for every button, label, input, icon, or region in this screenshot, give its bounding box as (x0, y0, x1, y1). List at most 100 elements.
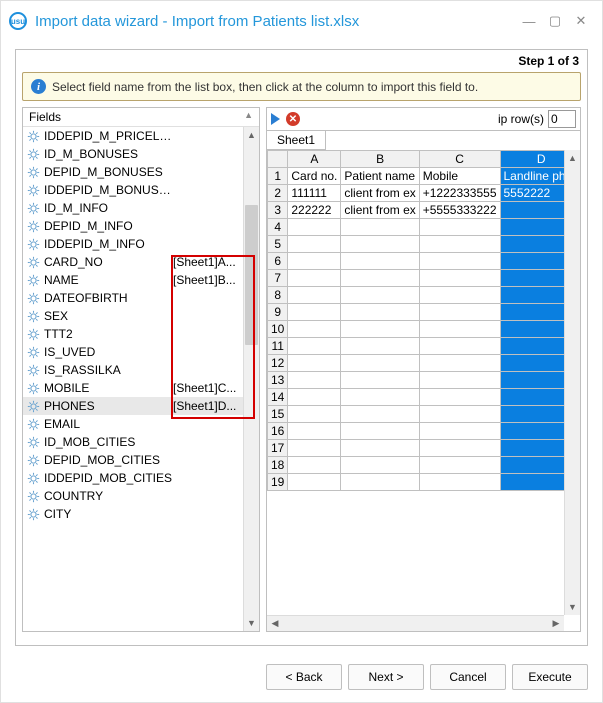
field-row[interactable]: ID_M_INFO (23, 199, 243, 217)
cell[interactable]: Card no. (288, 168, 341, 185)
cell[interactable] (341, 355, 419, 372)
cell[interactable] (419, 474, 500, 491)
cell[interactable] (341, 304, 419, 321)
field-row[interactable]: IS_RASSILKA (23, 361, 243, 379)
fields-header[interactable]: Fields ▲ (23, 108, 259, 127)
cell[interactable] (500, 474, 564, 491)
cell[interactable] (500, 321, 564, 338)
cancel-run-icon[interactable]: ✕ (286, 112, 300, 126)
row-header[interactable]: 12 (268, 355, 288, 372)
cell[interactable] (419, 236, 500, 253)
cell[interactable] (500, 270, 564, 287)
execute-button[interactable]: Execute (512, 664, 588, 690)
cell[interactable] (419, 423, 500, 440)
cell[interactable] (419, 372, 500, 389)
cell[interactable] (341, 321, 419, 338)
cell[interactable] (288, 389, 341, 406)
cell[interactable] (341, 287, 419, 304)
cell[interactable] (341, 236, 419, 253)
grid-hscrollbar[interactable]: ◀ ▶ (267, 615, 564, 631)
cell[interactable] (419, 219, 500, 236)
field-row[interactable]: DEPID_M_INFO (23, 217, 243, 235)
cell[interactable] (288, 287, 341, 304)
row-header[interactable]: 18 (268, 457, 288, 474)
row-header[interactable]: 6 (268, 253, 288, 270)
close-button[interactable]: ✕ (568, 11, 594, 31)
cell[interactable]: 222222 (288, 202, 341, 219)
cell[interactable] (341, 389, 419, 406)
field-row[interactable]: ID_M_BONUSES (23, 145, 243, 163)
cell[interactable] (419, 270, 500, 287)
cell[interactable] (419, 355, 500, 372)
grid-vscrollbar[interactable]: ▲ ▼ (564, 150, 580, 615)
field-row[interactable]: ID_MOB_CITIES (23, 433, 243, 451)
cell[interactable] (341, 372, 419, 389)
field-row[interactable]: MOBILE[Sheet1]C... (23, 379, 243, 397)
row-header[interactable]: 17 (268, 440, 288, 457)
preview-grid[interactable]: ABCD1Card no.Patient nameMobileLandline … (267, 150, 564, 491)
cell[interactable] (419, 321, 500, 338)
row-header[interactable]: 4 (268, 219, 288, 236)
cell[interactable] (419, 287, 500, 304)
row-header[interactable]: 7 (268, 270, 288, 287)
cell[interactable] (500, 457, 564, 474)
column-header[interactable]: B (341, 151, 419, 168)
cell[interactable] (419, 457, 500, 474)
cell[interactable]: Patient name (341, 168, 419, 185)
fields-list[interactable]: IDDEPID_M_PRICELISTID_M_BONUSESDEPID_M_B… (23, 127, 243, 631)
cell[interactable] (500, 304, 564, 321)
field-row[interactable]: SEX (23, 307, 243, 325)
cell[interactable] (288, 457, 341, 474)
maximize-button[interactable]: ▢ (542, 11, 568, 31)
cell[interactable]: client from ex (341, 202, 419, 219)
cell[interactable] (288, 304, 341, 321)
field-row[interactable]: IDDEPID_M_PRICELIST (23, 127, 243, 145)
cell[interactable] (500, 372, 564, 389)
cell[interactable] (500, 355, 564, 372)
cell[interactable] (288, 355, 341, 372)
cell[interactable] (341, 253, 419, 270)
cell[interactable] (500, 287, 564, 304)
cell[interactable] (288, 236, 341, 253)
cell[interactable] (500, 423, 564, 440)
cancel-button[interactable]: Cancel (430, 664, 506, 690)
row-header[interactable]: 15 (268, 406, 288, 423)
cell[interactable] (288, 338, 341, 355)
field-row[interactable]: DEPID_M_BONUSES (23, 163, 243, 181)
cell[interactable] (419, 389, 500, 406)
cell[interactable] (288, 321, 341, 338)
field-row[interactable]: IDDEPID_MOB_CITIES (23, 469, 243, 487)
row-header[interactable]: 19 (268, 474, 288, 491)
row-header[interactable]: 10 (268, 321, 288, 338)
cell[interactable] (341, 457, 419, 474)
cell[interactable] (288, 270, 341, 287)
cell[interactable] (419, 406, 500, 423)
cell[interactable] (288, 474, 341, 491)
cell[interactable] (341, 474, 419, 491)
field-row[interactable]: NAME[Sheet1]B... (23, 271, 243, 289)
row-header[interactable]: 11 (268, 338, 288, 355)
cell[interactable] (419, 253, 500, 270)
sheet-tab[interactable]: Sheet1 (267, 131, 326, 150)
field-row[interactable]: IDDEPID_M_BONUSES (23, 181, 243, 199)
column-header[interactable]: C (419, 151, 500, 168)
cell[interactable] (288, 253, 341, 270)
row-header[interactable]: 8 (268, 287, 288, 304)
cell[interactable]: 111111 (288, 185, 341, 202)
cell[interactable] (341, 338, 419, 355)
row-header[interactable]: 9 (268, 304, 288, 321)
cell[interactable] (500, 338, 564, 355)
cell[interactable] (288, 440, 341, 457)
scroll-down-icon[interactable]: ▼ (565, 599, 580, 615)
cell[interactable] (500, 202, 564, 219)
cell[interactable] (500, 236, 564, 253)
cell[interactable] (341, 270, 419, 287)
cell[interactable] (341, 440, 419, 457)
cell[interactable] (419, 304, 500, 321)
row-header[interactable]: 1 (268, 168, 288, 185)
field-row[interactable]: CITY (23, 505, 243, 523)
cell[interactable] (288, 406, 341, 423)
scroll-up-icon[interactable]: ▲ (565, 150, 580, 166)
field-row[interactable]: TTT2 (23, 325, 243, 343)
cell[interactable] (288, 423, 341, 440)
